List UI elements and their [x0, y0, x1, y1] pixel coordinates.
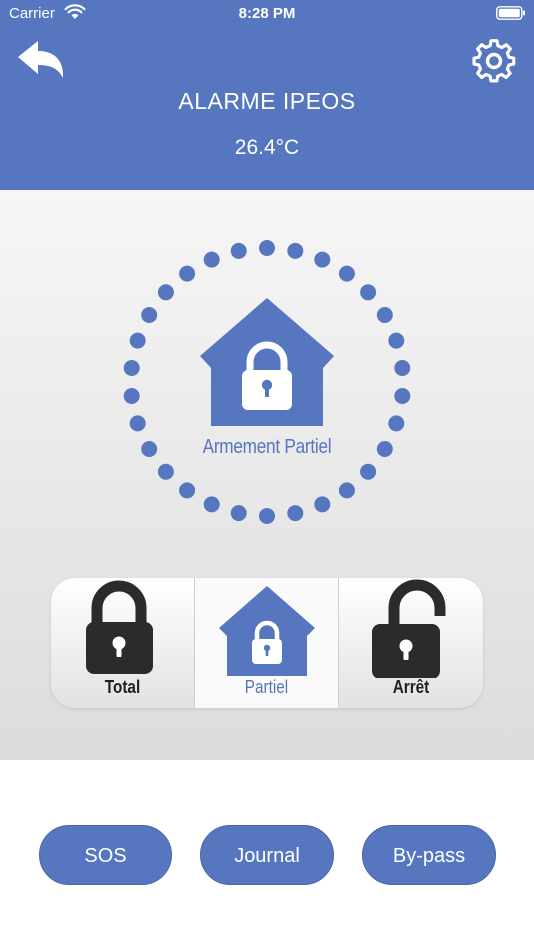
- status-ring-dot: [360, 284, 377, 301]
- status-ring-dot: [360, 463, 377, 480]
- status-ring-dot: [123, 388, 140, 404]
- padlock-open-icon: [372, 579, 446, 678]
- status-ring-dot: [388, 415, 405, 432]
- house-lock-icon: [200, 298, 334, 426]
- bypass-button[interactable]: By-pass: [362, 825, 496, 885]
- battery-icon: [496, 6, 525, 20]
- status-ring-dot: [394, 360, 411, 376]
- status-ring-dot: [157, 463, 174, 480]
- status-bar: Carrier 8:28 PM: [0, 0, 534, 28]
- status-ring-dot: [123, 360, 140, 376]
- status-ring-dot: [287, 505, 304, 522]
- sos-button[interactable]: SOS: [39, 825, 172, 885]
- action-bar: SOS Journal By-pass: [0, 760, 534, 950]
- alarm-status-panel: Armement Partiel Total Partiel Arrêt: [0, 190, 534, 760]
- status-ring-dot: [338, 482, 355, 499]
- status-ring-dot: [230, 505, 247, 522]
- clock: 8:28 PM: [238, 5, 296, 22]
- status-ring-dot: [259, 240, 275, 256]
- journal-button[interactable]: Journal: [200, 825, 334, 885]
- house-lock-icon: [219, 586, 315, 676]
- status-ring-dot: [179, 265, 196, 282]
- status-indicator: [123, 240, 411, 524]
- status-ring-dot: [287, 242, 304, 259]
- arming-mode-selector: Total Partiel Arrêt: [51, 578, 483, 708]
- padlock-closed-icon: [86, 580, 153, 674]
- status-ring-dot: [179, 482, 196, 499]
- app-title: ALARME IPEOS: [178, 88, 356, 114]
- status-ring-dot: [129, 332, 146, 349]
- status-ring-dot: [388, 332, 405, 349]
- status-ring-dot: [203, 496, 220, 513]
- settings-button[interactable]: [470, 37, 518, 85]
- status-ring-dot: [157, 284, 174, 301]
- status-ring-dot: [376, 307, 393, 323]
- app-header: Carrier 8:28 PM ALARME IPEOS 26.4°C: [0, 0, 534, 190]
- mode-arret-button[interactable]: Arrêt: [339, 578, 483, 708]
- status-ring-dot: [314, 251, 331, 268]
- temperature-readout: 26.4°C: [234, 136, 300, 159]
- status-ring-dot: [259, 508, 275, 524]
- gear-icon: [472, 39, 516, 83]
- mode-label-partiel: Partiel: [244, 677, 289, 697]
- status-ring-dot: [203, 251, 220, 268]
- status-label: Armement Partiel: [202, 436, 332, 458]
- status-ring-dot: [394, 388, 411, 404]
- mode-partiel-button[interactable]: Partiel: [194, 578, 339, 708]
- status-ring-dot: [141, 307, 158, 323]
- back-arrow-icon: [18, 41, 64, 78]
- back-button[interactable]: [14, 38, 68, 82]
- mode-total-button[interactable]: Total: [51, 578, 194, 708]
- mode-label-total: Total: [104, 677, 141, 697]
- status-ring-dot: [314, 496, 331, 513]
- status-ring-dot: [129, 415, 146, 432]
- mode-label-arret: Arrêt: [392, 677, 430, 697]
- status-ring-dot: [338, 265, 355, 282]
- status-ring-dot: [230, 242, 247, 259]
